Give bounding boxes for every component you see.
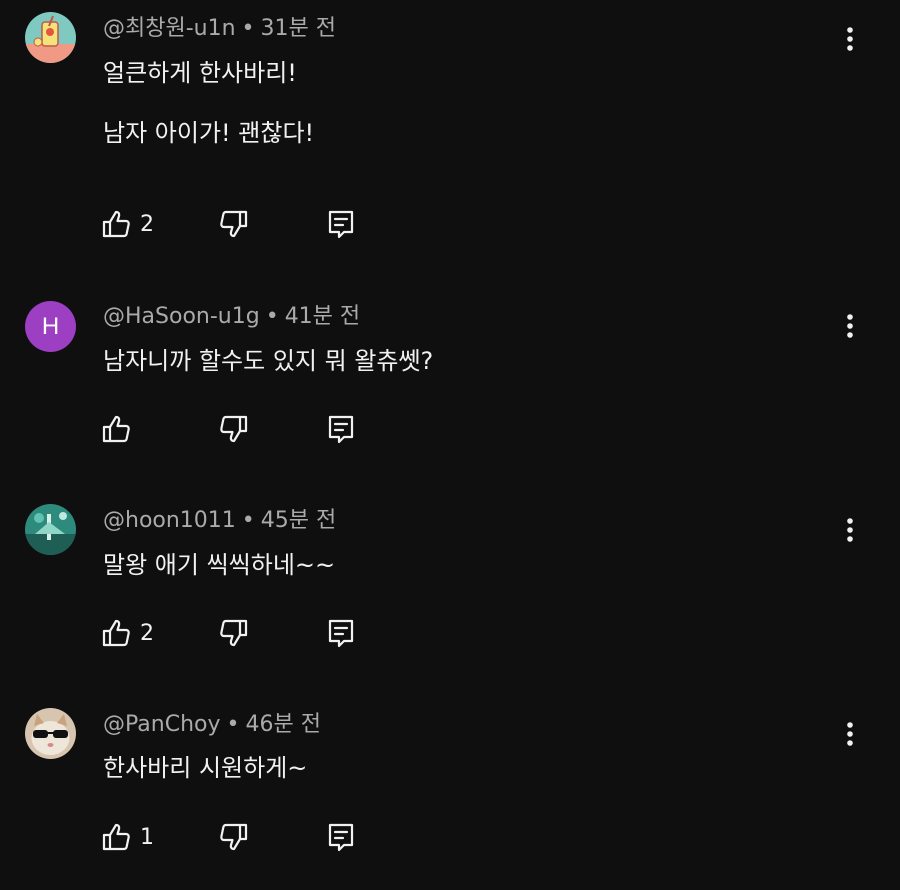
avatar[interactable]: H (25, 301, 76, 352)
more-vertical-icon (847, 722, 853, 746)
thumbs-up-icon (102, 210, 130, 238)
like-button[interactable]: 2 (100, 206, 154, 242)
like-count: 2 (140, 620, 154, 646)
avatar[interactable] (25, 504, 76, 555)
comment-author[interactable]: @hoon1011 (103, 508, 236, 533)
dislike-button[interactable] (218, 819, 250, 855)
comment-meta: @HaSoon-u1g • 41분 전 (103, 302, 360, 332)
comment-text: 말왕 애기 씩씩하네~~ (103, 551, 336, 579)
comment-actions (100, 411, 400, 447)
more-vertical-icon (847, 27, 853, 51)
comment-text: 남자니까 할수도 있지 뭐 왈츄쎗? (103, 347, 434, 375)
comment-actions: 2 (100, 615, 400, 651)
comment-author[interactable]: @HaSoon-u1g (103, 304, 260, 329)
thumbs-down-icon (220, 823, 248, 851)
more-vertical-icon (847, 314, 853, 338)
separator-dot: • (226, 712, 240, 737)
like-count: 1 (140, 824, 154, 850)
more-options-button[interactable] (836, 717, 864, 751)
reply-button[interactable] (326, 615, 356, 651)
reply-button[interactable] (326, 206, 356, 242)
comment-time[interactable]: 31분 전 (261, 16, 336, 41)
thumbs-up-icon (102, 823, 130, 851)
dislike-button[interactable] (218, 206, 250, 242)
separator-dot: • (241, 508, 255, 533)
thumbs-down-icon (220, 619, 248, 647)
reply-button[interactable] (326, 819, 356, 855)
comment-time[interactable]: 41분 전 (285, 304, 360, 329)
comment-text: 한사바리 시원하게~ (103, 754, 308, 782)
like-button[interactable]: 2 (100, 615, 154, 651)
more-options-button[interactable] (836, 309, 864, 343)
dislike-button[interactable] (218, 411, 250, 447)
separator-dot: • (265, 304, 279, 329)
comment-actions: 1 (100, 819, 400, 855)
comment-author[interactable]: @최창원-u1n (103, 16, 236, 41)
like-button[interactable] (100, 411, 154, 447)
thumbs-down-icon (220, 210, 248, 238)
like-button[interactable]: 1 (100, 819, 154, 855)
like-count: 2 (140, 211, 154, 237)
dislike-button[interactable] (218, 615, 250, 651)
reply-icon (328, 823, 354, 852)
more-options-button[interactable] (836, 22, 864, 56)
avatar-letter: H (41, 312, 60, 340)
comment-meta: @최창원-u1n • 31분 전 (103, 14, 336, 44)
reply-icon (328, 210, 354, 239)
comment-time[interactable]: 45분 전 (261, 508, 336, 533)
comment-author[interactable]: @PanChoy (103, 712, 221, 737)
avatar[interactable] (25, 12, 76, 63)
thumbs-up-icon (102, 415, 130, 443)
reply-icon (328, 415, 354, 444)
thumbs-down-icon (220, 415, 248, 443)
reply-button[interactable] (326, 411, 356, 447)
thumbs-up-icon (102, 619, 130, 647)
comment-meta: @PanChoy • 46분 전 (103, 710, 321, 740)
more-vertical-icon (847, 518, 853, 542)
more-options-button[interactable] (836, 513, 864, 547)
comment-actions: 2 (100, 206, 400, 242)
comment-meta: @hoon1011 • 45분 전 (103, 506, 336, 536)
avatar[interactable] (25, 708, 76, 759)
comment-text: 얼큰하게 한사바리! 남자 아이가! 괜찮다! (103, 59, 315, 147)
comment-time[interactable]: 46분 전 (245, 712, 320, 737)
reply-icon (328, 619, 354, 648)
separator-dot: • (241, 16, 255, 41)
